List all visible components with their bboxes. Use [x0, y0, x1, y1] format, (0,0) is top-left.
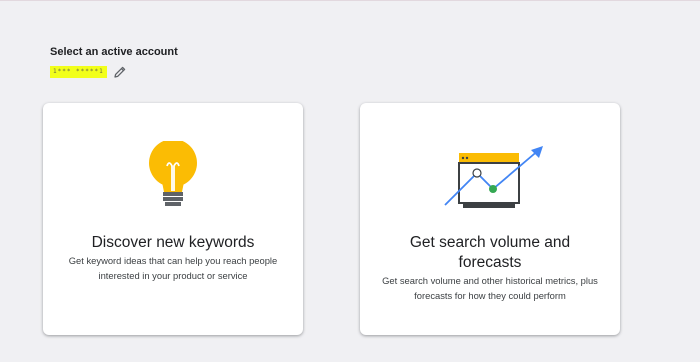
- discover-keywords-card[interactable]: Discover new keywords Get keyword ideas …: [43, 103, 303, 335]
- card-description: Get keyword ideas that can help you reac…: [68, 255, 278, 281]
- account-id: 1*** *****1: [50, 66, 107, 78]
- lightbulb-icon: [43, 139, 303, 221]
- pencil-icon[interactable]: [113, 65, 127, 79]
- card-description: Get search volume and other historical m…: [382, 275, 598, 301]
- account-heading: Select an active account: [50, 46, 178, 58]
- top-divider: [0, 0, 700, 1]
- card-title: Get search volume and forecasts: [409, 234, 571, 271]
- account-selector: Select an active account 1*** *****1: [50, 45, 178, 79]
- search-volume-card[interactable]: Get search volume and forecasts Get sear…: [360, 103, 620, 335]
- account-row: 1*** *****1: [50, 65, 178, 79]
- card-title: Discover new keywords: [91, 234, 255, 251]
- trend-chart-icon: [360, 141, 620, 221]
